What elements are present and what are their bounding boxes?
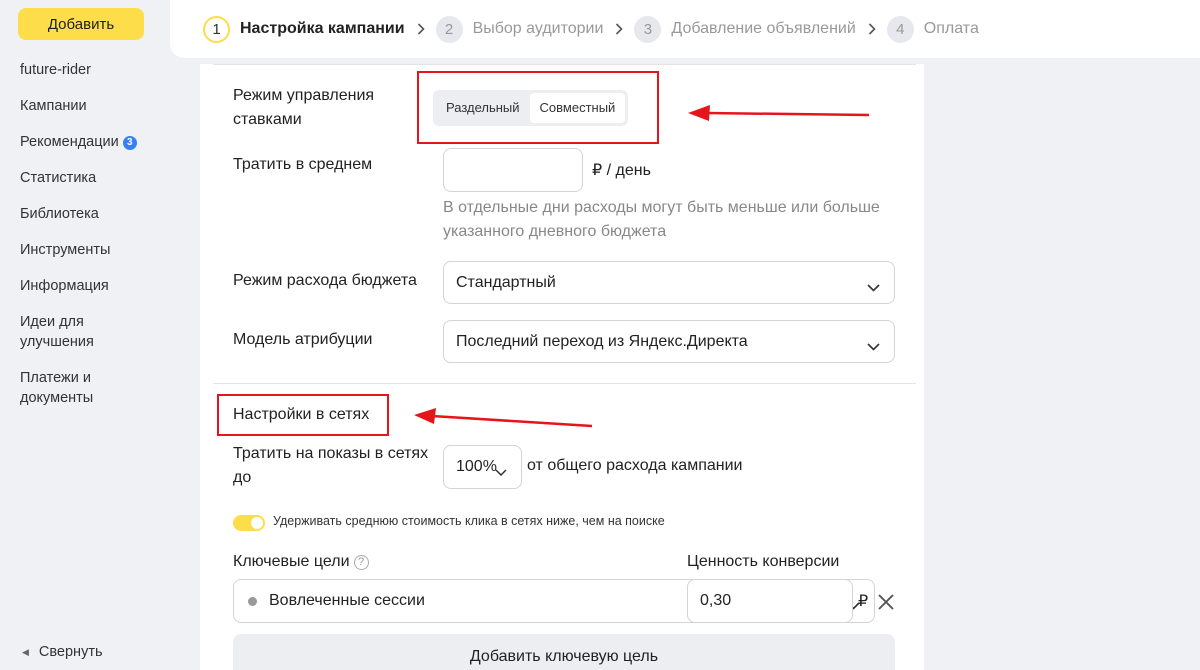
sidebar-item-statistics[interactable]: Статистика: [20, 168, 160, 188]
attribution-label: Модель атрибуции: [233, 331, 373, 348]
step-label: Добавление объявлений: [671, 20, 856, 37]
step-number: 4: [886, 15, 914, 43]
toggle-knob: [251, 517, 263, 529]
sidebar-item-label: Кампании: [20, 98, 87, 114]
hold-cpc-toggle[interactable]: [233, 515, 265, 531]
bid-mode-label: Режим управления ставками: [233, 87, 375, 128]
daily-budget-suffix: ₽ / день: [592, 162, 651, 179]
sidebar-item-account[interactable]: future-rider: [20, 60, 160, 80]
sidebar-item-label: future-rider: [20, 62, 91, 78]
conversion-value-input[interactable]: [687, 579, 853, 623]
sidebar-item-label: Библиотека: [20, 206, 99, 222]
key-goals-text: Ключевые цели: [233, 553, 350, 570]
attribution-model-value: Последний переход из Яндекс.Директа: [456, 332, 748, 350]
step-number: 3: [634, 15, 662, 43]
sidebar-item-label: Рекомендации: [20, 134, 119, 150]
step-campaign-settings[interactable]: 1 Настройка кампании: [203, 15, 405, 43]
hold-cpc-label: Удерживать среднюю стоимость клика в сет…: [273, 514, 665, 528]
conversion-value-label: Ценность конверсии: [687, 553, 840, 570]
sidebar-item-label: Платежи и документы: [20, 370, 94, 406]
step-number: 1: [203, 15, 230, 43]
goal-dot-icon: [248, 596, 257, 606]
step-audience[interactable]: 2 Выбор аудитории: [435, 15, 604, 43]
section-divider: [213, 64, 916, 65]
campaign-settings-panel: Режим управления ставками Раздельный Сов…: [200, 64, 924, 670]
step-payment[interactable]: 4 Оплата: [886, 15, 979, 43]
sidebar-nav: future-rider Кампании Рекомендации 3 Стат…: [20, 60, 160, 408]
daily-budget-input[interactable]: [443, 148, 583, 192]
recommendations-count-badge: 3: [122, 136, 137, 150]
step-label: Выбор аудитории: [472, 20, 604, 37]
step-ads[interactable]: 3 Добавление объявлений: [634, 15, 856, 43]
campaign-stepper: 1 Настройка кампании 2 Выбор аудитории 3…: [170, 0, 1200, 58]
add-key-goal-button[interactable]: Добавить ключевую цель: [233, 634, 895, 670]
currency-label: ₽: [858, 593, 869, 610]
chevron-down-icon: [495, 463, 507, 481]
sidebar-item-label: Идеи для улучшения: [20, 314, 94, 350]
network-spend-label: Тратить на показы в сетях до: [233, 445, 429, 486]
sidebar-item-recommendations[interactable]: Рекомендации 3: [20, 132, 160, 152]
network-spend-select[interactable]: 100%: [443, 445, 522, 489]
key-goal-value: Вовлеченные сессии: [269, 592, 425, 609]
collapse-label: Свернуть: [38, 644, 103, 660]
question-icon[interactable]: ?: [353, 555, 369, 570]
collapse-sidebar-button[interactable]: ◀ Свернуть: [22, 644, 103, 660]
sidebar-item-label: Информация: [20, 278, 109, 294]
chevron-right-icon: [868, 23, 876, 35]
sidebar: Добавить future-rider Кампании Рекоменда…: [0, 0, 170, 670]
annotation-box-network-settings: [217, 394, 389, 436]
chevron-down-icon: [867, 338, 880, 356]
close-icon[interactable]: [876, 592, 896, 617]
sidebar-item-information[interactable]: Информация: [20, 276, 160, 296]
add-button[interactable]: Добавить: [18, 8, 144, 40]
step-label: Настройка кампании: [240, 20, 405, 37]
budget-mode-select[interactable]: Стандартный: [443, 261, 895, 304]
sidebar-item-label: Инструменты: [20, 242, 111, 258]
sidebar-item-library[interactable]: Библиотека: [20, 204, 160, 224]
sidebar-item-label: Статистика: [20, 170, 97, 186]
sidebar-item-tools[interactable]: Инструменты: [20, 240, 160, 260]
annotation-box-bid-mode: [417, 71, 659, 144]
sidebar-item-payments[interactable]: Платежи и документы: [20, 368, 120, 408]
sidebar-item-ideas[interactable]: Идеи для улучшения: [20, 312, 120, 352]
spend-label: Тратить в среднем: [233, 156, 373, 173]
step-number: 2: [435, 15, 463, 43]
step-label: Оплата: [923, 20, 979, 37]
triangle-left-icon: ◀: [22, 646, 29, 657]
budget-mode-label: Режим расхода бюджета: [233, 272, 417, 289]
attribution-model-select[interactable]: Последний переход из Яндекс.Директа: [443, 320, 895, 363]
sidebar-item-campaigns[interactable]: Кампании: [20, 96, 160, 116]
daily-budget-hint: В отдельные дни расходы могут быть меньш…: [443, 199, 880, 240]
network-spend-value: 100%: [456, 458, 497, 475]
section-divider: [213, 383, 916, 384]
chevron-right-icon: [615, 23, 624, 35]
chevron-down-icon: [867, 279, 880, 297]
budget-mode-value: Стандартный: [456, 273, 556, 291]
chevron-right-icon: [417, 23, 425, 35]
network-spend-suffix: от общего расхода кампании: [527, 457, 743, 474]
key-goals-label: Ключевые цели?: [233, 550, 369, 574]
